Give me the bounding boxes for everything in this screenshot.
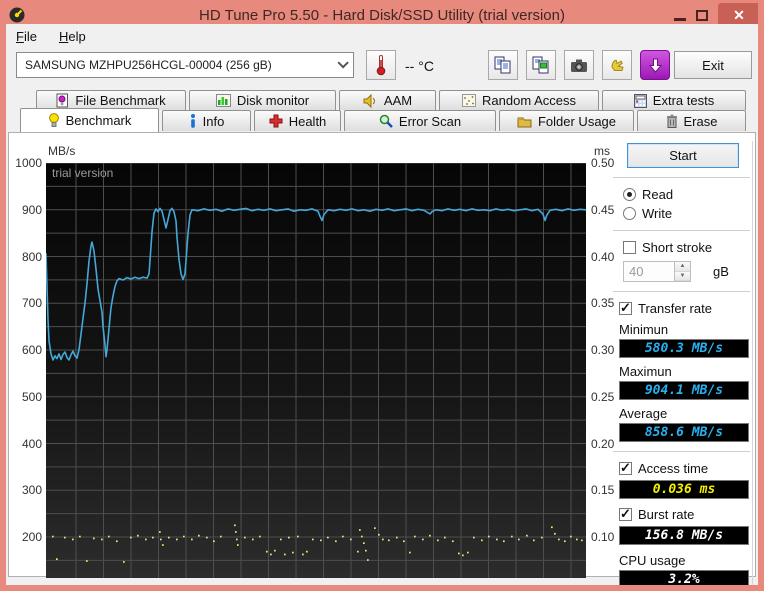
write-radio-circle[interactable] (623, 207, 636, 220)
cpu-usage-value: 3.2% (619, 570, 749, 585)
speaker-icon (363, 93, 375, 108)
tab-error-scan[interactable]: Error Scan (344, 110, 496, 131)
copy-image-button[interactable] (526, 50, 556, 80)
separator (613, 177, 750, 179)
drive-select[interactable]: SAMSUNG MZHPU256HCGL-00004 (256 gB) (16, 52, 354, 78)
magnifier-icon (379, 114, 393, 128)
start-button[interactable]: Start (627, 143, 739, 168)
minimize-icon[interactable] (674, 17, 686, 21)
tab-aam[interactable]: AAM (339, 90, 436, 110)
file-benchmark-icon (56, 93, 69, 108)
maximum-label: Maximun (619, 364, 672, 379)
left-axis-unit: MB/s (48, 144, 76, 158)
trash-icon (666, 114, 677, 128)
random-access-icon (462, 94, 477, 107)
burst-rate-checkbox[interactable]: Burst rate (619, 506, 752, 522)
download-arrow-icon (648, 58, 662, 73)
stroke-size-input[interactable]: 40 (623, 261, 675, 282)
tab-disk-monitor[interactable]: Disk monitor (189, 90, 336, 110)
average-value: 858.6 MB/s (619, 423, 749, 442)
window-title: HD Tune Pro 5.50 - Hard Disk/SSD Utility… (199, 6, 565, 24)
disk-monitor-icon (215, 94, 231, 107)
read-radio-circle[interactable] (623, 188, 636, 201)
drive-select-value: SAMSUNG MZHPU256HCGL-00004 (256 gB) (25, 58, 272, 72)
access-time-value: 0.036 ms (619, 480, 749, 499)
tab-row-secondary: File Benchmark Disk monitor AAM Random A… (36, 90, 746, 110)
tab-info[interactable]: Info (162, 110, 251, 131)
menu-file[interactable]: File (16, 29, 37, 44)
trial-watermark: trial version (52, 166, 114, 180)
temperature-value: -- °C (405, 58, 434, 74)
health-cross-icon (269, 114, 283, 128)
tab-erase[interactable]: Erase (637, 110, 746, 131)
write-radio[interactable]: Write (623, 206, 752, 221)
minimum-label: Minimun (619, 322, 669, 337)
thermometer-icon (376, 55, 386, 76)
average-label: Average (619, 406, 668, 421)
hand-icon (611, 59, 624, 71)
tab-health[interactable]: Health (254, 110, 341, 131)
update-button[interactable] (640, 50, 670, 80)
tab-file-benchmark[interactable]: File Benchmark (36, 90, 186, 110)
benchmark-controls: Start Read Write Short stroke 40 ▲ ▼ gB … (611, 141, 753, 585)
stepper-down-icon[interactable]: ▼ (675, 271, 690, 281)
donate-button[interactable] (602, 50, 632, 80)
menu-bar: File Help (6, 24, 758, 48)
short-stroke-box[interactable] (623, 241, 636, 254)
copy-image-icon (532, 56, 549, 74)
lightbulb-icon (48, 113, 59, 127)
burst-rate-box[interactable] (619, 506, 632, 522)
folder-icon (517, 117, 532, 127)
copy-text-button[interactable] (488, 50, 518, 80)
separator (613, 230, 750, 232)
tab-folder-usage[interactable]: Folder Usage (499, 110, 634, 131)
read-radio[interactable]: Read (623, 187, 752, 202)
maximum-value: 904.1 MB/s (619, 381, 749, 400)
temperature-button[interactable] (366, 50, 396, 80)
calculator-icon (633, 93, 647, 108)
tab-random-access[interactable]: Random Access (439, 90, 599, 110)
stroke-size-stepper[interactable]: ▲ ▼ (675, 261, 691, 282)
separator (613, 291, 750, 293)
screenshot-button[interactable] (564, 50, 594, 80)
copy-text-icon (494, 56, 511, 74)
transfer-rate-checkbox[interactable]: Transfer rate (619, 300, 752, 316)
tab-extra-tests[interactable]: Extra tests (602, 90, 746, 110)
tab-benchmark[interactable]: Benchmark (20, 108, 159, 132)
hdtune-window: HD Tune Pro 5.50 - Hard Disk/SSD Utility… (0, 0, 764, 591)
tab-row-primary: Benchmark Info Health Error Scan Folder … (20, 108, 746, 132)
separator (613, 451, 750, 453)
benchmark-panel: MB/s ms 1000 900 800 700 600 500 400 300 200 0.5… (8, 132, 756, 585)
short-stroke-checkbox[interactable]: Short stroke (623, 240, 752, 255)
burst-rate-value: 156.8 MB/s (619, 526, 749, 545)
toolbar: SAMSUNG MZHPU256HCGL-00004 (256 gB) -- °… (6, 48, 758, 90)
stroke-size-unit: gB (713, 264, 729, 279)
menu-help[interactable]: Help (59, 29, 86, 44)
maximize-icon[interactable] (696, 9, 708, 21)
minimum-value: 580.3 MB/s (619, 339, 749, 358)
transfer-rate-box[interactable] (619, 300, 632, 316)
stepper-up-icon[interactable]: ▲ (675, 262, 690, 272)
info-icon (190, 114, 195, 128)
cpu-usage-label: CPU usage (619, 553, 686, 568)
access-time-checkbox[interactable]: Access time (619, 460, 752, 476)
access-time-box[interactable] (619, 460, 632, 476)
benchmark-chart: trial version (46, 163, 586, 578)
camera-icon (571, 59, 587, 72)
chevron-down-icon (337, 57, 349, 69)
exit-button[interactable]: Exit (674, 51, 752, 79)
